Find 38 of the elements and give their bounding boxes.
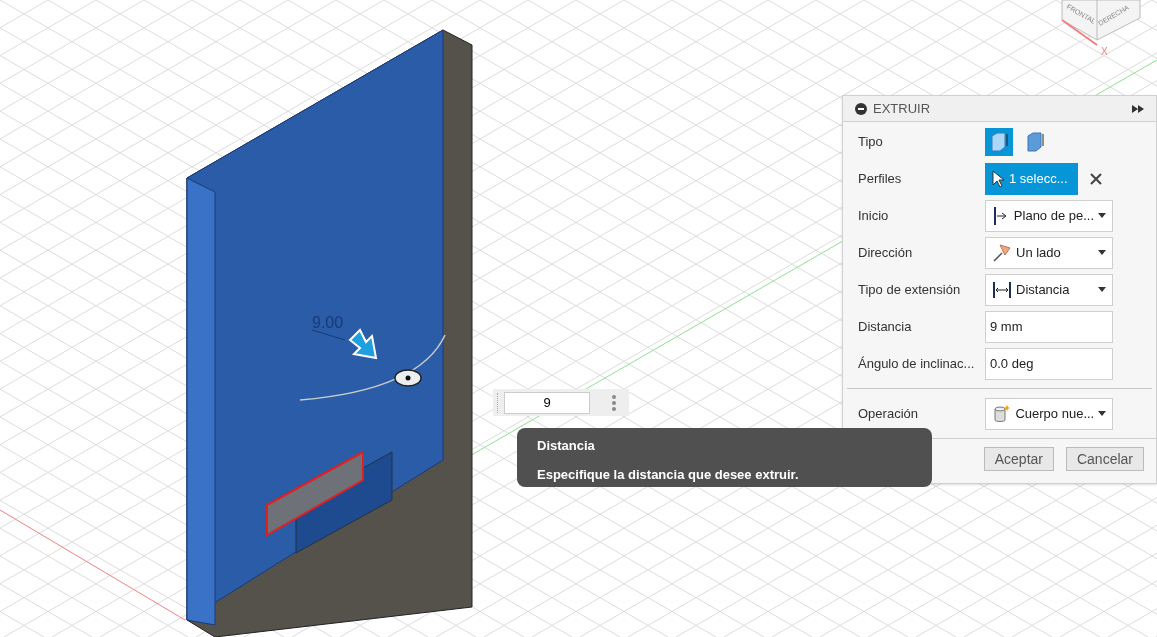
input-field[interactable]: 9 mm — [985, 310, 1113, 343]
new-body-icon — [992, 403, 1012, 424]
caret-icon — [1098, 286, 1106, 293]
collapse-icon[interactable] — [855, 102, 867, 115]
manipulator-handle-icon[interactable] — [394, 369, 422, 387]
dropdown-field[interactable]: Plano de pe... — [985, 199, 1113, 232]
field-label: Inicio — [858, 206, 890, 225]
thin-wall-icon — [1025, 130, 1045, 153]
field-label: Operación — [858, 404, 919, 423]
field-label: Tipo de extensión — [858, 280, 962, 299]
field-label: Tipo — [858, 132, 884, 151]
ok-button[interactable]: Aceptar — [983, 447, 1054, 471]
flag-arrow-icon — [992, 242, 1012, 263]
caret-icon — [1098, 410, 1106, 417]
field-label: Dirección — [858, 243, 914, 262]
direction-arrow-icon[interactable] — [348, 328, 378, 360]
dropdown-field[interactable]: Cuerpo nue... — [985, 397, 1113, 430]
input-field[interactable]: 0.0 deg — [985, 347, 1113, 380]
distance-icon — [992, 279, 1012, 300]
field-label: Ángulo de inclinac... — [858, 354, 976, 373]
cube-icon — [989, 130, 1009, 153]
caret-icon — [1098, 212, 1106, 219]
cursor-icon — [991, 169, 1005, 188]
tooltip-text: Especifique la distancia que desee extruir. — [537, 465, 800, 484]
more-options-icon[interactable] — [611, 393, 617, 412]
field-label: Perfiles — [858, 169, 903, 188]
panel-title: EXTRUIR — [873, 99, 931, 118]
dropdown-field[interactable]: Un lado — [985, 236, 1113, 269]
cancel-button[interactable]: Cancelar — [1065, 447, 1144, 471]
caret-icon — [1098, 249, 1106, 256]
tooltip-title: Distancia — [537, 437, 596, 455]
dropdown-field[interactable]: Distancia — [985, 273, 1113, 306]
axis-label: X — [1101, 46, 1108, 57]
expand-icon[interactable] — [1132, 104, 1144, 113]
field-label: Distancia — [858, 317, 913, 336]
solid-extrude-button[interactable] — [985, 127, 1013, 156]
distance-input[interactable]: 9 — [504, 391, 590, 414]
close-icon[interactable] — [1090, 172, 1102, 185]
